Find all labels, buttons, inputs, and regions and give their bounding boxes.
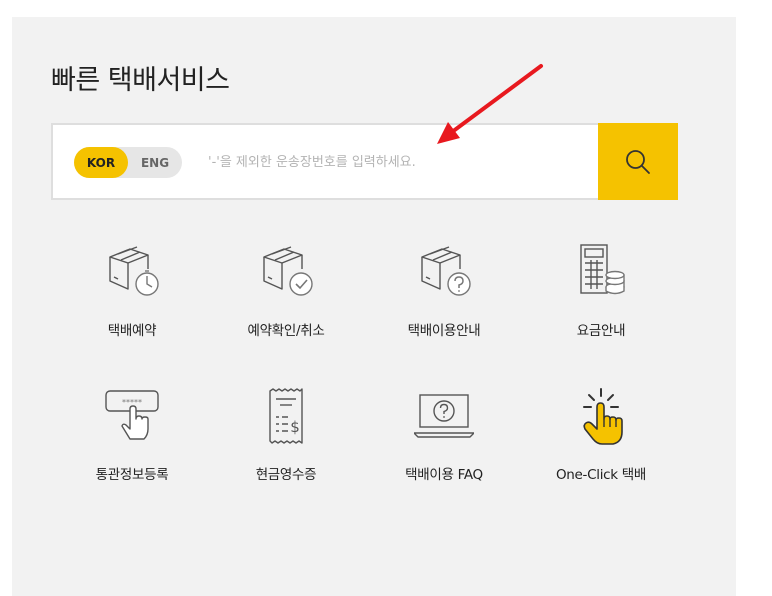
menu-label: 택배예약 xyxy=(107,323,157,339)
box-question-icon xyxy=(421,246,471,296)
page-title: 빠른 택배서비스 xyxy=(51,65,230,96)
menu-item-customs-registration[interactable]: ***** 통관정보등록 xyxy=(62,387,202,497)
tracking-search-box: KOR ENG xyxy=(51,123,678,200)
lang-kor-button[interactable]: KOR xyxy=(74,147,128,178)
menu-label: 택배이용안내 xyxy=(407,323,481,339)
language-toggle: KOR ENG xyxy=(74,147,182,178)
click-hand-icon xyxy=(583,388,623,445)
search-button[interactable] xyxy=(598,123,678,200)
menu-item-usage-guide[interactable]: 택배이용안내 xyxy=(374,243,514,353)
password-touch-icon: ***** xyxy=(105,390,159,440)
box-check-icon xyxy=(263,246,313,296)
menu-label: 택배이용 FAQ xyxy=(405,467,483,483)
menu-item-one-click[interactable]: One-Click 택배 xyxy=(531,387,671,497)
quick-service-panel: 빠른 택배서비스 KOR ENG '-'을 제외한 운송장번호를 입력하세요. … xyxy=(12,17,736,596)
search-icon xyxy=(626,149,650,174)
menu-label: 예약확인/취소 xyxy=(247,323,325,339)
menu-label: 현금영수증 xyxy=(255,467,317,483)
receipt-icon: $ xyxy=(269,388,303,444)
menu-label: 요금안내 xyxy=(576,323,626,339)
menu-item-fee-guide[interactable]: 요금안내 xyxy=(531,243,671,353)
laptop-question-icon xyxy=(414,394,474,438)
menu-item-cash-receipt[interactable]: $ 현금영수증 xyxy=(216,387,356,497)
tracking-number-input[interactable] xyxy=(208,147,588,178)
menu-item-faq[interactable]: 택배이용 FAQ xyxy=(374,387,514,497)
lang-eng-button[interactable]: ENG xyxy=(128,147,182,178)
box-timer-icon xyxy=(109,246,159,296)
calculator-coins-icon xyxy=(580,244,625,295)
svg-text:$: $ xyxy=(290,418,300,436)
menu-label: One-Click 택배 xyxy=(555,467,647,483)
menu-item-reservation-check[interactable]: 예약확인/취소 xyxy=(216,243,356,353)
menu-item-parcel-reservation[interactable]: 택배예약 xyxy=(62,243,202,353)
menu-label: 통관정보등록 xyxy=(95,467,169,483)
